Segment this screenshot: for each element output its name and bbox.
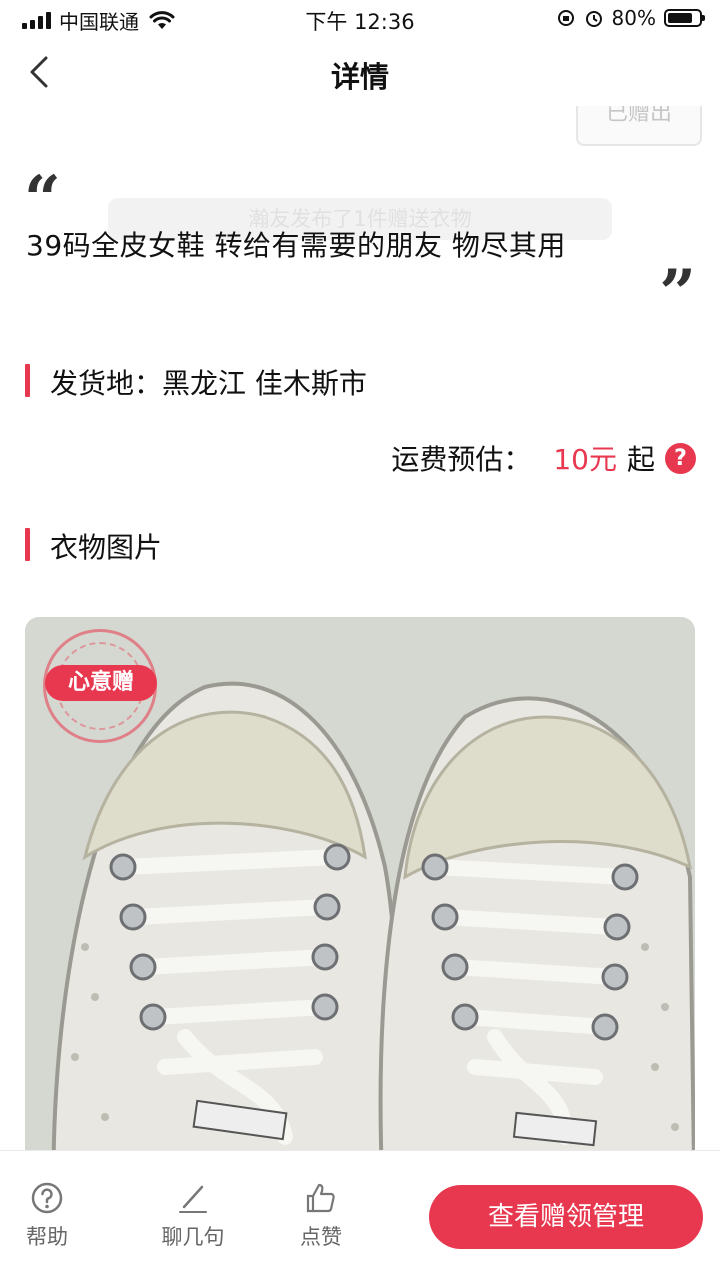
help-button[interactable]: 帮助 xyxy=(22,1181,72,1251)
item-photo[interactable]: 心意赠 xyxy=(25,617,695,1237)
orientation-lock-icon xyxy=(557,10,574,26)
thumbs-up-icon xyxy=(306,1183,335,1213)
alarm-icon xyxy=(585,11,602,27)
shipping-fee-suffix: 起 xyxy=(626,443,655,476)
open-quote-icon: “ xyxy=(24,162,61,237)
question-icon[interactable]: ? xyxy=(665,442,696,474)
bottom-action-bar: 帮助 聊几句 点赞 查看赠领管理 xyxy=(0,1150,720,1281)
nav-bar: 详情 xyxy=(0,40,720,106)
shipping-origin: 发货地：黑龙江 佳木斯市 xyxy=(50,367,367,400)
help-icon xyxy=(31,1182,63,1214)
shipping-fee-row: 运费预估： 10元 起 ? xyxy=(391,438,696,478)
pencil-icon xyxy=(179,1185,207,1213)
battery-percent: 80% xyxy=(611,6,656,30)
status-right: 80% xyxy=(556,6,705,30)
view-gift-management-button[interactable]: 查看赠领管理 xyxy=(429,1185,703,1249)
status-bar: 中国联通 下午 12:36 80% xyxy=(0,0,720,40)
help-label: 帮助 xyxy=(26,1225,68,1249)
close-quote-icon: ” xyxy=(659,256,696,331)
back-button[interactable] xyxy=(20,50,64,94)
like-label: 点赞 xyxy=(300,1225,342,1249)
battery-icon xyxy=(664,9,705,27)
section-marker xyxy=(25,528,30,561)
gift-stamp-label: 心意赠 xyxy=(45,665,157,701)
item-description: 39码全皮女鞋 转给有需要的朋友 物尽其用 xyxy=(26,229,566,262)
like-button[interactable]: 点赞 xyxy=(296,1181,346,1251)
photos-section-title: 衣物图片 xyxy=(50,531,163,564)
section-marker xyxy=(25,364,30,397)
chat-label: 聊几句 xyxy=(161,1225,225,1249)
shipping-fee-label: 运费预估： xyxy=(391,443,532,476)
chevron-left-icon xyxy=(30,56,48,88)
chat-button[interactable]: 聊几句 xyxy=(156,1181,230,1251)
page-title: 详情 xyxy=(330,60,389,94)
shipping-fee-value: 10元 xyxy=(553,443,617,476)
